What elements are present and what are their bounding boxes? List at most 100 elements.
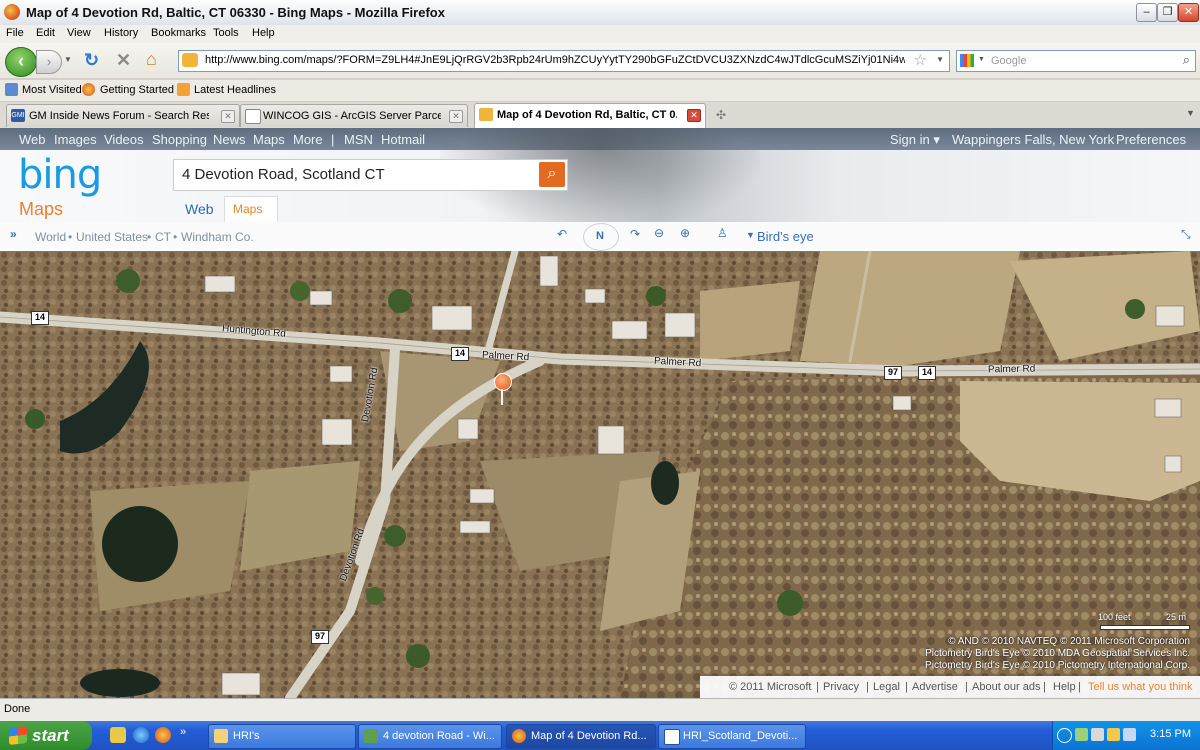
menu-help[interactable]: Help [252, 27, 275, 39]
zoom-out-icon[interactable]: ⊖ [654, 226, 664, 240]
rotate-left-icon[interactable]: ↶ [557, 227, 567, 241]
road-label-palmer: Palmer Rd [987, 363, 1036, 376]
aerial-imagery [0, 251, 1200, 698]
nav-web[interactable]: Web [19, 132, 46, 147]
nav-images[interactable]: Images [54, 132, 97, 147]
google-icon[interactable] [960, 54, 974, 67]
quicklaunch-more-icon[interactable]: » [180, 726, 186, 738]
taskbar-item-devotion-road[interactable]: 4 devotion Road - Wi... [358, 724, 502, 749]
address-bar[interactable]: http://www.bing.com/maps/?FORM=Z9LH4#JnE… [178, 50, 950, 72]
breadcrumb-state[interactable]: CT [155, 230, 171, 244]
menu-history[interactable]: History [104, 27, 138, 39]
footer-help-link[interactable]: Help [1053, 681, 1076, 693]
reload-icon[interactable]: ↻ [84, 50, 99, 71]
tab-maps[interactable]: Maps [224, 196, 278, 223]
nav-hotmail[interactable]: Hotmail [381, 132, 425, 147]
footer-feedback-link[interactable]: Tell us what you think [1088, 681, 1193, 693]
windows-logo-icon [9, 726, 27, 745]
window-title-bar[interactable]: Map of 4 Devotion Rd, Baltic, CT 06330 -… [0, 0, 1200, 26]
most-visited-icon [5, 83, 18, 96]
footer-about-ads-link[interactable]: About our ads [972, 681, 1041, 693]
tray-expand-icon[interactable] [1057, 728, 1072, 743]
bookmark-most-visited[interactable]: Most Visited [22, 84, 82, 96]
close-window-button[interactable]: ✕ [1178, 3, 1199, 22]
back-button[interactable]: ‹ [5, 47, 37, 77]
expand-panel-icon[interactable]: » [10, 227, 17, 241]
search-engine-box[interactable]: ▼ Google ⌕ [956, 50, 1196, 72]
new-tab-icon[interactable]: ✣ [716, 108, 726, 122]
menu-file[interactable]: File [6, 27, 24, 39]
firefox-bookmark-icon [82, 83, 95, 96]
nav-shopping[interactable]: Shopping [152, 132, 207, 147]
menu-tools[interactable]: Tools [213, 27, 239, 39]
tab-bing-maps[interactable]: Map of 4 Devotion Rd, Baltic, CT 0... ✕ [474, 103, 706, 128]
breadcrumb-world[interactable]: World [35, 230, 66, 244]
nav-videos[interactable]: Videos [104, 132, 144, 147]
firefox-quicklaunch-icon[interactable] [155, 727, 171, 743]
tab-list-icon[interactable]: ▼ [1186, 108, 1195, 118]
location-pin-icon[interactable] [494, 373, 512, 391]
collapse-map-icon[interactable]: ⤡ [1181, 227, 1191, 242]
firefox-task-icon [512, 729, 526, 743]
nav-msn[interactable]: MSN [344, 132, 373, 147]
history-dropdown-icon[interactable]: ▼ [64, 55, 72, 64]
view-mode-selector[interactable]: Bird's eye [757, 229, 814, 244]
menu-bookmarks[interactable]: Bookmarks [151, 27, 206, 39]
forward-button[interactable]: › [36, 50, 62, 74]
taskbar-clock: 3:15 PM [1150, 728, 1191, 740]
tab-close-icon[interactable]: ✕ [449, 110, 463, 123]
bookmark-star-icon[interactable]: ☆ [914, 51, 927, 69]
footer-privacy-link[interactable]: Privacy [823, 681, 859, 693]
tray-security-icon[interactable] [1107, 728, 1120, 741]
magnifier-icon: ⌕ [547, 165, 557, 182]
bookmark-getting-started[interactable]: Getting Started [100, 84, 174, 96]
tab-wincog-gis[interactable]: WINCOG GIS - ArcGIS Server Parcel Ap... … [240, 104, 468, 127]
internet-explorer-icon[interactable] [133, 727, 149, 743]
zoom-in-icon[interactable]: ⊕ [680, 226, 690, 240]
map-search-input[interactable]: 4 Devotion Road, Scotland CT ⌕ [173, 159, 568, 191]
nav-news[interactable]: News [213, 132, 246, 147]
rotate-right-icon[interactable]: ↷ [630, 227, 640, 241]
nav-maps[interactable]: Maps [253, 132, 285, 147]
location-link[interactable]: Wappingers Falls, New York [952, 132, 1114, 147]
nav-separator: | [331, 132, 335, 147]
taskbar-item-bing-maps[interactable]: Map of 4 Devotion Rd... [506, 724, 656, 749]
start-button[interactable]: start [0, 721, 92, 750]
scale-bar [1100, 625, 1190, 630]
bookmark-latest-headlines[interactable]: Latest Headlines [194, 84, 276, 96]
page-favicon-icon [245, 109, 261, 124]
tray-app-icon[interactable] [1123, 728, 1136, 741]
stop-icon[interactable]: ✕ [116, 50, 131, 71]
breadcrumb-county[interactable]: Windham Co. [181, 230, 254, 244]
tray-volume-icon[interactable] [1091, 728, 1104, 741]
url-dropdown-icon[interactable]: ▼ [936, 55, 944, 64]
streetside-person-icon[interactable]: ♙ [717, 226, 728, 240]
menu-edit[interactable]: Edit [36, 27, 55, 39]
tab-close-icon[interactable]: ✕ [687, 109, 701, 122]
view-dropdown-icon[interactable]: ▼ [746, 230, 755, 240]
restore-button[interactable]: ❐ [1157, 3, 1178, 22]
engine-dropdown-icon[interactable]: ▼ [978, 56, 985, 63]
breadcrumb-country[interactable]: United States [76, 230, 148, 244]
minimize-button[interactable]: – [1136, 3, 1157, 22]
taskbar-item-word-doc[interactable]: HRI_Scotland_Devoti... [658, 724, 806, 749]
menu-view[interactable]: View [67, 27, 91, 39]
compass-north-label: N [596, 230, 604, 242]
home-icon[interactable]: ⌂ [146, 49, 157, 70]
quicklaunch-user-icon[interactable] [110, 727, 126, 743]
tray-network-icon[interactable] [1075, 728, 1088, 741]
firefox-icon [4, 4, 20, 20]
footer-legal-link[interactable]: Legal [873, 681, 900, 693]
tab-gm-inside-news[interactable]: GMI GM Inside News Forum - Search Result… [6, 104, 240, 127]
forward-arrow-icon: › [46, 54, 52, 69]
taskbar-item-hris[interactable]: HRI's [208, 724, 356, 749]
preferences-link[interactable]: Preferences [1116, 132, 1186, 147]
aerial-map[interactable]: Huntington Rd Palmer Rd Palmer Rd Palmer… [0, 251, 1200, 698]
sign-in-link[interactable]: Sign in ▾ [890, 132, 940, 148]
search-button[interactable]: ⌕ [539, 162, 565, 187]
tab-close-icon[interactable]: ✕ [221, 110, 235, 123]
search-go-icon[interactable]: ⌕ [1183, 52, 1190, 68]
footer-advertise-link[interactable]: Advertise [912, 681, 958, 693]
bing-logo[interactable]: bing [18, 152, 102, 198]
nav-more[interactable]: More [293, 132, 323, 147]
